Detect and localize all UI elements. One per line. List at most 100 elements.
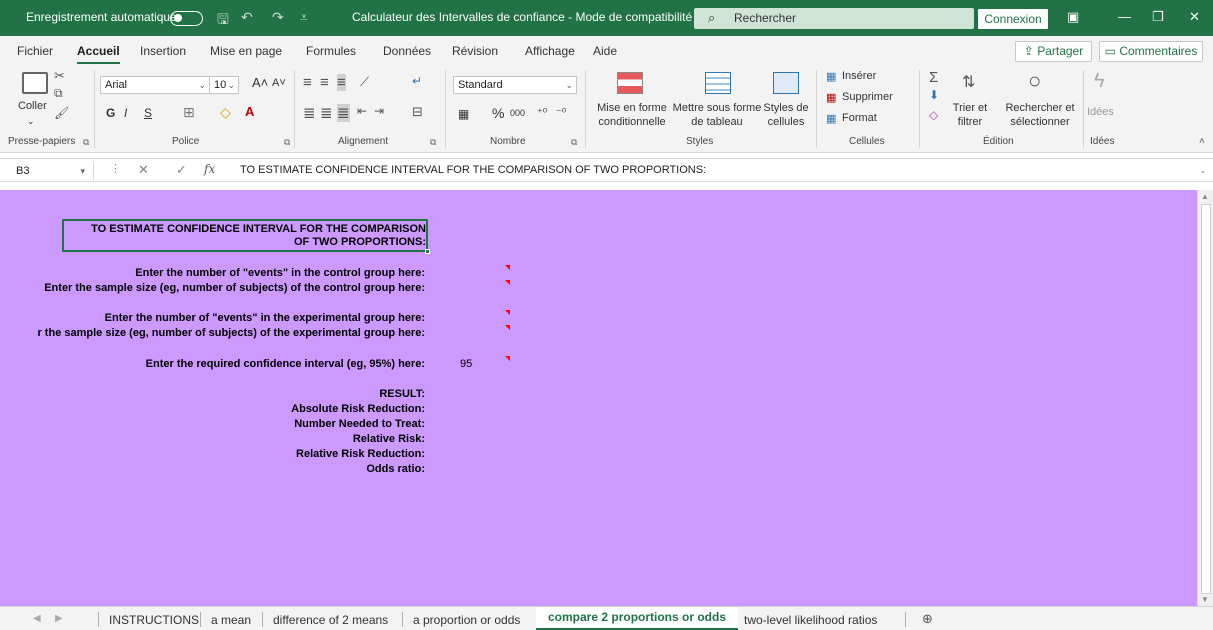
align-left-icon[interactable]: ≣ [303,104,316,122]
find-select-label-1[interactable]: Rechercher et [1002,102,1078,114]
search-box[interactable]: ⌕ Rechercher [694,8,974,29]
delete-cells-button[interactable]: Supprimer [842,91,893,103]
autosave-toggle[interactable] [170,11,203,26]
conditional-formatting-label-1[interactable]: Mise en forme [596,102,668,114]
tab-accueil[interactable]: Accueil [77,44,120,64]
confidence-interval-value[interactable]: 95 [460,358,472,370]
increase-decimal-icon[interactable]: ⁺⁰ [537,106,547,119]
align-right-icon[interactable]: ≣ [337,104,350,122]
paste-label[interactable]: Coller [18,100,47,112]
cancel-entry-icon[interactable]: ✕ [138,162,149,178]
fill-icon[interactable]: ⬇ [929,88,939,102]
login-button[interactable]: Connexion [978,9,1048,29]
decrease-decimal-icon[interactable]: ⁻⁰ [556,106,566,119]
ribbon-display-icon[interactable]: ▣ [1067,9,1079,25]
merge-center-icon[interactable]: ⊟ [412,104,423,120]
formula-input[interactable]: TO ESTIMATE CONFIDENCE INTERVAL FOR THE … [240,164,706,176]
name-box[interactable]: B3 ▾ [8,162,94,180]
comment-indicator[interactable] [505,356,510,361]
scroll-tabs-left-icon[interactable]: ◀ [33,613,41,624]
format-painter-icon[interactable]: 🖌 [54,106,69,120]
copy-icon[interactable]: ⧉ [54,86,63,101]
wrap-text-icon[interactable]: ↵ [412,74,422,88]
cell-styles-label-1[interactable]: Styles de [762,102,810,114]
borders-icon[interactable]: ⊞ [183,104,195,121]
clipboard-launcher-icon[interactable]: ⧉ [83,137,89,148]
conditional-formatting-icon[interactable] [617,72,643,94]
shrink-font-icon[interactable]: A˅ [272,77,286,89]
scroll-thumb[interactable] [1201,204,1211,594]
confirm-entry-icon[interactable]: ✓ [176,162,187,178]
format-cells-button[interactable]: Format [842,112,877,124]
autosum-icon[interactable]: Σ [929,69,938,86]
percent-button[interactable]: % [492,105,504,121]
fill-handle[interactable] [425,249,430,254]
expand-formula-bar-icon[interactable]: ⌄ [1199,165,1207,176]
align-bottom-icon[interactable]: ≡ [337,74,346,91]
insert-cells-button[interactable]: Insérer [842,70,876,82]
sheet-tab-compare-2-proportions-or-odds[interactable]: compare 2 proportions or odds [536,607,739,630]
sort-filter-icon[interactable]: ⇅ [962,72,975,92]
comment-indicator[interactable] [505,280,510,285]
undo-icon[interactable]: ↶ [241,9,253,26]
cut-icon[interactable]: ✂ [54,68,65,84]
font-color-icon[interactable]: A [245,104,254,119]
sheet-tab-a-proportion-or-odds[interactable]: a proportion or odds [413,613,520,627]
sort-filter-label-1[interactable]: Trier et [934,102,1006,114]
tab-donnees[interactable]: Données [383,44,431,58]
format-as-table-label-1[interactable]: Mettre sous forme [672,102,762,114]
font-size-select[interactable]: 10 ⌄ [209,76,239,94]
tab-affichage[interactable]: Affichage [525,44,575,58]
insert-function-icon[interactable]: fx [204,162,215,176]
bold-button[interactable]: G [106,106,115,120]
worksheet-grid[interactable]: TO ESTIMATE CONFIDENCE INTERVAL FOR THE … [0,190,1197,606]
conditional-formatting-label-2[interactable]: conditionnelle [596,116,668,128]
tab-revision[interactable]: Révision [452,44,498,58]
font-launcher-icon[interactable]: ⧉ [284,137,290,148]
vertical-scrollbar[interactable]: ▲ ▼ [1197,190,1213,606]
close-icon[interactable]: ✕ [1189,9,1200,25]
thousands-separator-button[interactable]: 000 [510,108,525,118]
align-top-icon[interactable]: ≡ [303,74,312,91]
share-button[interactable]: ⇪ Partager [1015,41,1092,62]
tab-insertion[interactable]: Insertion [140,44,186,58]
font-family-select[interactable]: Arial ⌄ [100,76,210,94]
ideas-icon[interactable]: ϟ [1094,70,1105,93]
sheet-tab-difference-of-2-means[interactable]: difference of 2 means [273,613,388,627]
comment-indicator[interactable] [505,265,510,270]
format-as-table-label-2[interactable]: de tableau [672,116,762,128]
comment-indicator[interactable] [505,310,510,315]
restore-icon[interactable]: ❐ [1152,9,1164,25]
collapse-ribbon-icon[interactable]: ˄ [1199,136,1205,147]
cell-styles-label-2[interactable]: cellules [762,116,810,128]
grow-font-icon[interactable]: A˄ [252,75,268,90]
italic-button[interactable]: I [124,106,127,120]
number-launcher-icon[interactable]: ⧉ [571,137,577,148]
sheet-tab-a-mean[interactable]: a mean [211,613,251,627]
cell-styles-icon[interactable] [773,72,799,94]
tab-mise-en-page[interactable]: Mise en page [210,44,282,58]
save-icon[interactable]: 🖫 [217,9,229,33]
find-select-icon[interactable]: ○ [1028,68,1041,94]
scroll-up-icon[interactable]: ▲ [1201,192,1209,201]
decrease-indent-icon[interactable]: ⇤ [357,104,367,118]
tab-aide[interactable]: Aide [593,44,617,58]
scroll-tabs-right-icon[interactable]: ▶ [55,613,63,624]
scroll-down-icon[interactable]: ▼ [1201,595,1209,604]
tab-fichier[interactable]: Fichier [17,44,53,58]
paste-icon[interactable] [22,72,48,94]
fill-color-icon[interactable]: ◇ [220,104,231,121]
comments-button[interactable]: ▭ Commentaires [1099,41,1203,62]
customize-quick-access-icon[interactable]: ⩡ [300,9,308,26]
sheet-tab-two-level-likelihood-ratios[interactable]: two-level likelihood ratios [744,613,877,627]
sheet-tab-instructions[interactable]: INSTRUCTIONS [109,613,199,627]
paste-dropdown-icon[interactable]: ⌄ [27,116,35,127]
ideas-label[interactable]: Idées [1087,106,1114,118]
tab-formules[interactable]: Formules [306,44,356,58]
align-middle-icon[interactable]: ≡ [320,74,329,91]
comment-indicator[interactable] [505,325,510,330]
find-select-label-2[interactable]: sélectionner [1002,116,1078,128]
format-as-table-icon[interactable] [705,72,731,94]
minimize-icon[interactable]: — [1118,9,1131,24]
redo-icon[interactable]: ↷ [272,9,284,26]
